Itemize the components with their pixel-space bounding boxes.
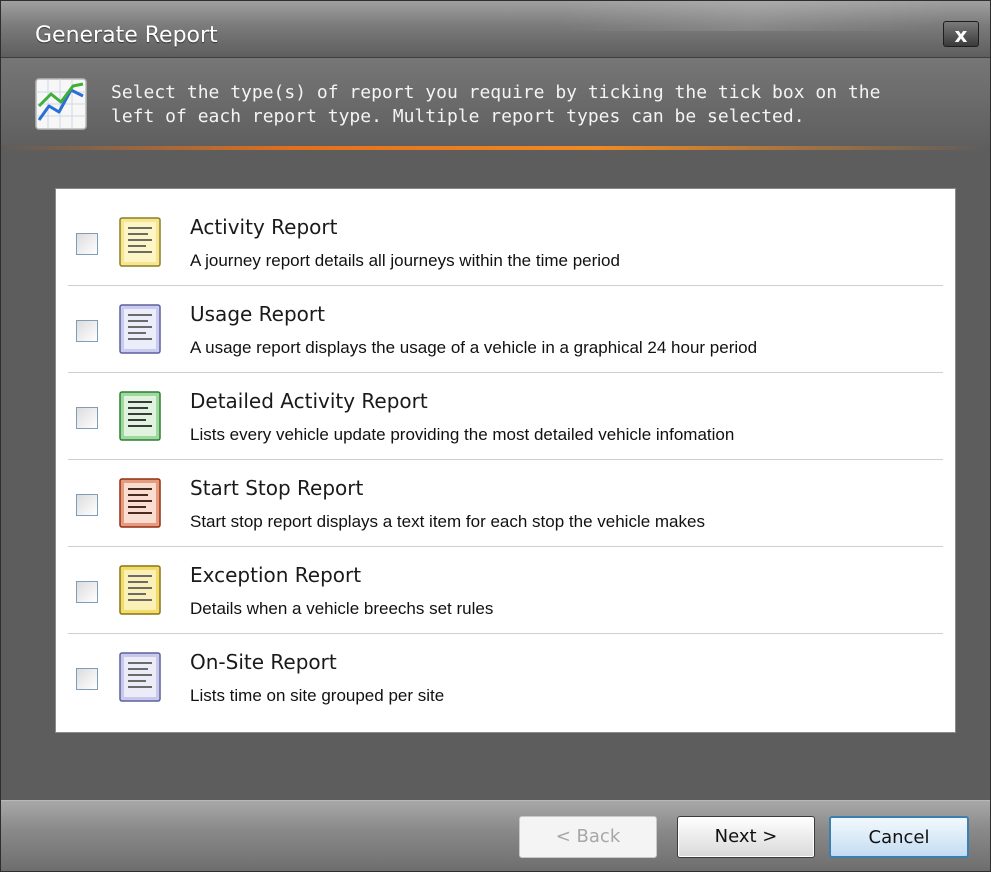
report-description: A usage report displays the usage of a v… <box>190 338 758 357</box>
report-type-list: Activity Report A journey report details… <box>55 188 956 733</box>
close-button[interactable]: x <box>943 21 979 47</box>
report-description: Lists time on site grouped per site <box>190 686 445 705</box>
instruction-line-2: left of each report type. Multiple repor… <box>111 106 805 127</box>
start-stop-report-checkbox[interactable] <box>76 494 98 516</box>
report-title: Start Stop Report <box>190 476 364 500</box>
report-document-icon <box>119 304 161 354</box>
instruction-text: Select the type(s) of report you require… <box>111 81 961 129</box>
report-title: On-Site Report <box>190 650 337 674</box>
report-row-activity[interactable]: Activity Report A journey report details… <box>68 199 943 286</box>
report-document-icon <box>119 652 161 702</box>
report-title: Exception Report <box>190 563 362 587</box>
report-document-icon <box>119 565 161 615</box>
activity-report-checkbox[interactable] <box>76 233 98 255</box>
next-button[interactable]: Next > <box>677 816 815 858</box>
report-description: Start stop report displays a text item f… <box>190 512 705 531</box>
report-document-icon <box>119 391 161 441</box>
generate-report-dialog: Generate Report x Select the type(s) of … <box>0 0 991 872</box>
report-row-on-site[interactable]: On-Site Report Lists time on site groupe… <box>68 634 943 721</box>
usage-report-checkbox[interactable] <box>76 320 98 342</box>
window-title: Generate Report <box>35 23 218 48</box>
report-document-icon <box>119 217 161 267</box>
report-title: Usage Report <box>190 302 325 326</box>
detailed-activity-report-checkbox[interactable] <box>76 407 98 429</box>
report-row-detailed-activity[interactable]: Detailed Activity Report Lists every veh… <box>68 373 943 460</box>
exception-report-checkbox[interactable] <box>76 581 98 603</box>
report-row-start-stop[interactable]: Start Stop Report Start stop report disp… <box>68 460 943 547</box>
report-description: Details when a vehicle breechs set rules <box>190 599 494 618</box>
instruction-line-1: Select the type(s) of report you require… <box>111 82 881 103</box>
report-description: Lists every vehicle update providing the… <box>190 425 735 444</box>
report-document-icon <box>119 478 161 528</box>
back-button[interactable]: < Back <box>519 816 657 858</box>
on-site-report-checkbox[interactable] <box>76 668 98 690</box>
report-description: A journey report details all journeys wi… <box>190 251 620 270</box>
cancel-button[interactable]: Cancel <box>829 816 969 858</box>
report-row-usage[interactable]: Usage Report A usage report displays the… <box>68 286 943 373</box>
title-bar[interactable]: Generate Report x <box>1 1 990 58</box>
report-title: Activity Report <box>190 215 338 239</box>
line-chart-icon <box>35 78 87 130</box>
report-title: Detailed Activity Report <box>190 389 428 413</box>
report-row-exception[interactable]: Exception Report Details when a vehicle … <box>68 547 943 634</box>
